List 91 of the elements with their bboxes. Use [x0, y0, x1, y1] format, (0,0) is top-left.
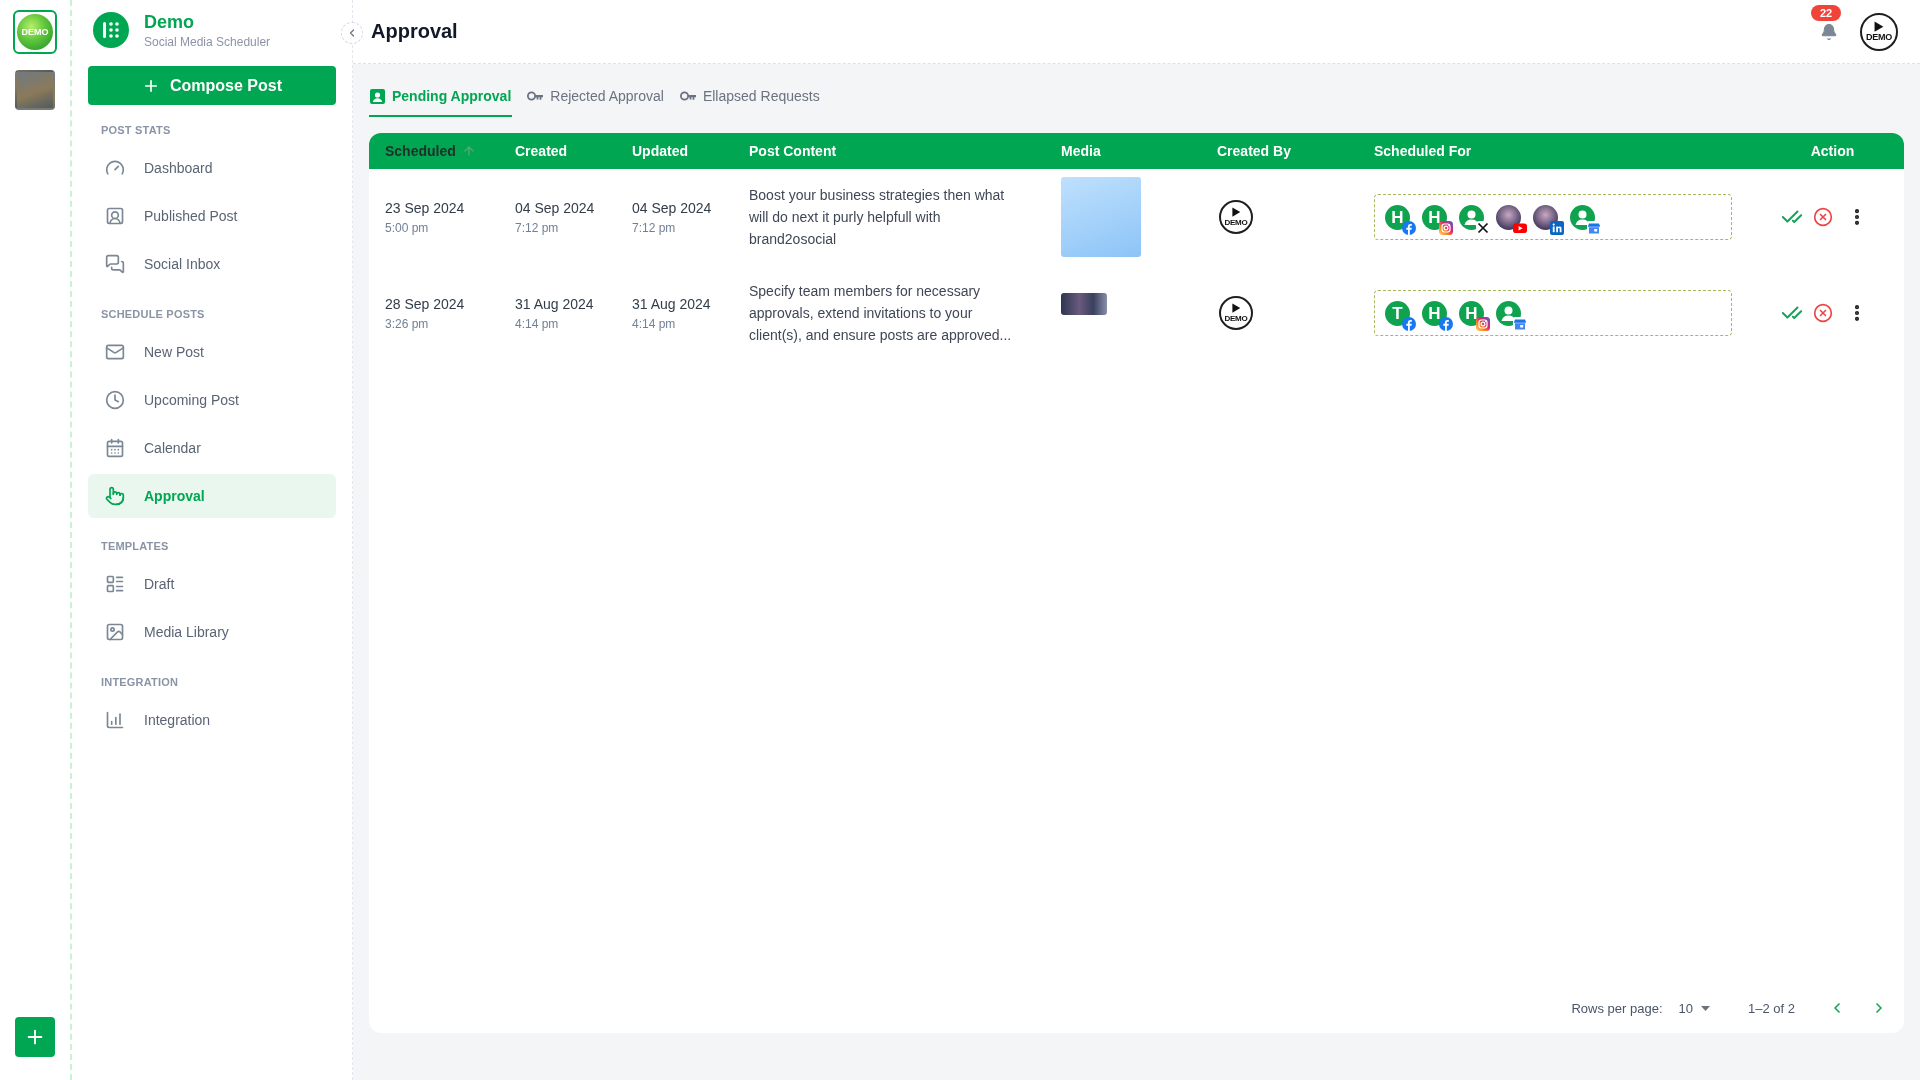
compose-post-button[interactable]: Compose Post [88, 66, 336, 105]
sidebar-item[interactable]: Published Post [88, 194, 336, 238]
time-text: 5:00 pm [385, 220, 430, 235]
date-text: 23 Sep 2024 [385, 199, 466, 216]
x-circle-icon[interactable] [1813, 303, 1833, 323]
key-icon [679, 91, 696, 101]
calendar-icon [105, 438, 125, 458]
sidebar-item[interactable]: New Post [88, 330, 336, 374]
user-avatar[interactable]: DEMO [1860, 12, 1898, 51]
sidebar-item[interactable]: Integration [88, 698, 336, 742]
user-avatar-icon [1459, 204, 1484, 230]
avatar-label: DEMO [1865, 33, 1893, 43]
sidebar-item[interactable]: Calendar [88, 426, 336, 470]
time-text: 4:14 pm [515, 316, 560, 331]
section-label: POST STATS [101, 123, 172, 138]
post-content-text: Boost your business strategies then what will do next it purly helpfull with brand2osocial [749, 186, 1006, 249]
gauge-icon [105, 158, 125, 178]
tab[interactable]: Ellapsed Requests [678, 77, 821, 117]
date-text: 31 Aug 2024 [632, 295, 712, 312]
avatar-label: DEMO [1224, 314, 1248, 323]
store-icon [1587, 220, 1601, 235]
brand-name: Demo [144, 11, 195, 32]
sidebar-item[interactable]: Social Inbox [88, 242, 336, 286]
x-circle-icon[interactable] [1813, 207, 1833, 227]
image-icon [105, 622, 125, 642]
envelope-icon [105, 342, 125, 362]
sidebar-item[interactable]: Media Library [88, 610, 336, 654]
bar-chart-icon [105, 710, 125, 730]
time-text: 7:12 pm [515, 220, 560, 235]
avatar-label: DEMO [1224, 218, 1248, 227]
tab[interactable]: Pending Approval [369, 77, 513, 117]
facebook-icon [1402, 316, 1416, 331]
time-text: 3:26 pm [385, 316, 430, 331]
account-avatar: H [1422, 204, 1447, 230]
clock-icon [105, 390, 125, 410]
add-workspace-button[interactable] [15, 1017, 55, 1057]
brand-tagline: Social Media Scheduler [144, 34, 271, 49]
column-header[interactable]: Updated [632, 143, 688, 159]
facebook-icon [1439, 316, 1453, 331]
bell-icon[interactable] [1820, 22, 1838, 41]
section-label: SCHEDULE POSTS [101, 307, 206, 322]
instagram-icon [1476, 316, 1490, 331]
column-header[interactable]: Action [1810, 143, 1855, 159]
play-icon [1873, 20, 1885, 33]
column-header[interactable]: Scheduled [385, 143, 456, 159]
key-icon [527, 91, 544, 101]
list-icon [105, 574, 125, 594]
photo-placeholder [1061, 293, 1107, 315]
linkedin-icon [1550, 220, 1564, 235]
column-header[interactable]: Scheduled For [1374, 143, 1472, 159]
account-avatar: H [1459, 300, 1484, 326]
column-header[interactable]: Created [515, 143, 568, 159]
account-avatar: T [1385, 300, 1410, 326]
grid-logo-icon [93, 12, 129, 48]
play-icon [1230, 207, 1242, 218]
collapse-button[interactable] [341, 22, 363, 44]
instagram-icon [1439, 220, 1453, 235]
store-icon [1513, 316, 1527, 331]
hand-pointer-icon [105, 486, 125, 506]
page-title: Approval [371, 20, 458, 43]
date-text: 04 Sep 2024 [515, 199, 596, 216]
facebook-icon [1402, 220, 1416, 235]
post-content-text: Specify team members for necessary approvals, extend invitations to your client(s), and ensure posts are approved... [749, 282, 1013, 345]
sidebar-item[interactable]: Upcoming Post [88, 378, 336, 422]
time-text: 4:14 pm [632, 316, 677, 331]
photo-avatar [1533, 204, 1558, 230]
column-header[interactable]: Created By [1217, 143, 1291, 159]
page-range-text: 1–2 of 2 [1748, 1000, 1795, 1016]
sidebar-item[interactable]: Approval [88, 474, 336, 518]
account-avatar: H [1422, 300, 1447, 326]
column-header[interactable]: Media [1061, 143, 1101, 159]
sidebar-item[interactable]: Draft [88, 562, 336, 606]
column-header[interactable]: Post Content [749, 143, 837, 159]
rows-per-page-label: Rows per page: [1571, 1000, 1663, 1016]
chat-bubbles-icon [105, 254, 125, 274]
section-label: TEMPLATES [101, 539, 170, 554]
date-text: 31 Aug 2024 [515, 295, 595, 312]
user-square-icon [370, 88, 385, 104]
rows-per-page-select[interactable]: 10 [1678, 1000, 1710, 1016]
sidebar-item[interactable]: Dashboard [88, 146, 336, 190]
play-icon [1230, 303, 1242, 314]
account-avatar: H [1385, 204, 1410, 230]
photo-avatar [1496, 204, 1521, 230]
tab[interactable]: Rejected Approval [526, 77, 665, 117]
notification-badge: 22 [1811, 4, 1841, 21]
time-text: 7:12 pm [632, 220, 677, 235]
date-text: 04 Sep 2024 [632, 199, 713, 216]
date-text: 28 Sep 2024 [385, 295, 466, 312]
caret-down-icon [1701, 1005, 1710, 1011]
user-frame-icon [105, 206, 125, 226]
section-label: INTEGRATION [101, 675, 180, 690]
